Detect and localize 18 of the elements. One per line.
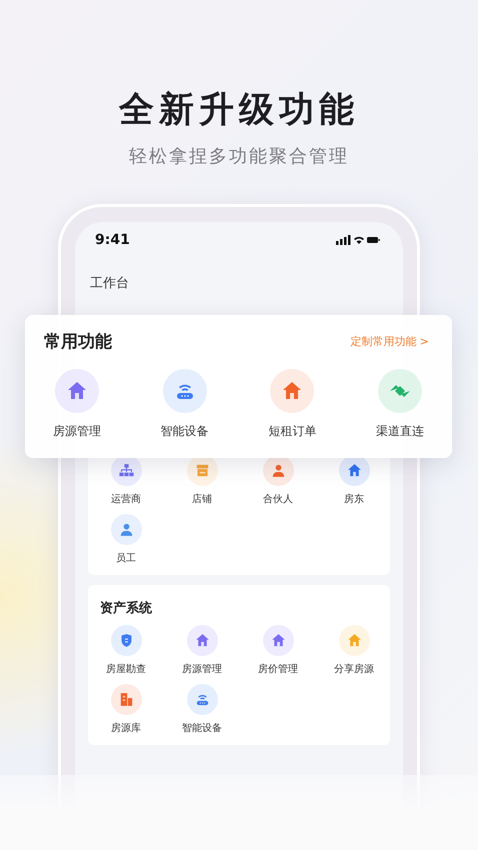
- status-time: 9:41: [95, 232, 130, 248]
- subheadline: 轻松拿捏多功能聚合管理: [128, 145, 350, 168]
- function-item[interactable]: 员工: [88, 514, 164, 565]
- headline: 全新升级功能: [118, 89, 360, 132]
- section-title: 资产系统: [99, 600, 153, 618]
- function-item[interactable]: 房屋勘查: [88, 625, 164, 676]
- function-item[interactable]: 短租订单: [252, 369, 332, 440]
- page-title: 工作台: [89, 275, 130, 292]
- function-item[interactable]: 房价管理: [240, 625, 316, 676]
- function-item[interactable]: 房源库: [88, 684, 164, 735]
- function-item[interactable]: 智能设备: [164, 684, 240, 735]
- function-item[interactable]: 智能设备: [144, 369, 225, 440]
- function-item[interactable]: 渠道直连: [360, 369, 440, 440]
- status-icons: [336, 235, 380, 245]
- function-item[interactable]: 分享房源: [316, 625, 392, 676]
- function-item[interactable]: 房源管理: [37, 369, 117, 440]
- function-item[interactable]: 房源管理: [164, 625, 240, 676]
- card-title: 常用功能: [44, 331, 112, 353]
